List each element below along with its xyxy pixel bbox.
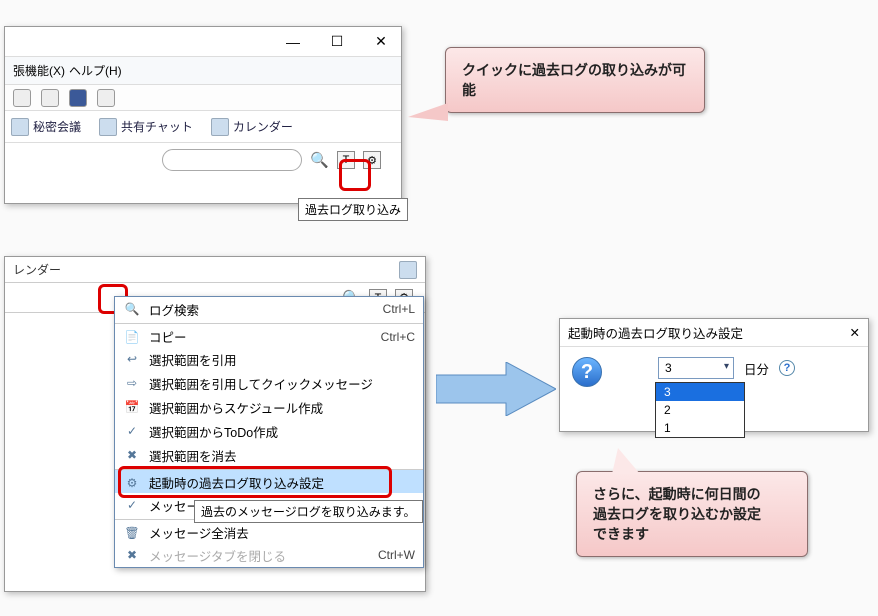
dropdown-option[interactable]: 3	[656, 383, 744, 401]
chat-icon	[99, 118, 117, 136]
ctx-item[interactable]: 📄 コピー Ctrl+C	[115, 323, 423, 347]
callout-quick-import: クイックに過去ログの取り込みが可能	[445, 47, 705, 113]
tab-strip: レンダー	[5, 257, 425, 283]
ctx-icon: ✓	[123, 496, 141, 514]
dialog-close-button[interactable]: ✕	[850, 325, 860, 340]
ctx-label: 選択範囲を引用	[149, 350, 415, 369]
days-dropdown-list[interactable]: 321	[655, 382, 745, 438]
tab-calendar[interactable]: カレンダー	[211, 118, 293, 136]
ctx-icon: 🗑	[123, 524, 141, 542]
tool-icon-2[interactable]	[41, 89, 59, 107]
dropdown-option[interactable]: 2	[656, 401, 744, 419]
question-icon: ?	[572, 357, 602, 387]
menu-help[interactable]: ヘルプ(H)	[69, 62, 122, 79]
minimize-button[interactable]: ―	[281, 30, 305, 54]
ctx-icon: ✓	[123, 422, 141, 440]
titlebar: ― ☐ ✕	[5, 27, 401, 57]
toolbar-icon[interactable]	[399, 261, 417, 279]
ctx-item[interactable]: ⇨ 選択範囲を引用してクイックメッセージ	[115, 371, 423, 395]
ctx-icon: 📄	[123, 328, 141, 346]
days-dropdown[interactable]: 3▾	[658, 357, 734, 379]
tool-icon-4[interactable]	[97, 89, 115, 107]
ctx-label: コピー	[149, 327, 373, 346]
calendar-icon	[211, 118, 229, 136]
ctx-label: メッセージ全消去	[149, 523, 415, 542]
ctx-icon: ↩	[123, 350, 141, 368]
dialog-titlebar: 起動時の過去ログ取り込み設定 ✕	[560, 319, 868, 347]
menu-bar: 張機能(X) ヘルプ(H)	[5, 57, 401, 85]
dropdown-option[interactable]: 1	[656, 419, 744, 437]
ctx-item[interactable]: ✖ メッセージタブを閉じる Ctrl+W	[115, 543, 423, 567]
ctx-icon: ✖	[123, 446, 141, 464]
ctx-item[interactable]: 📅 選択範囲からスケジュール作成	[115, 395, 423, 419]
menu-extensions[interactable]: 張機能(X)	[13, 62, 65, 79]
lock-icon	[11, 118, 29, 136]
tooltip-startup-import: 過去のメッセージログを取り込みます。	[194, 500, 423, 523]
search-input[interactable]	[162, 149, 302, 171]
tab-calendar-2[interactable]: レンダー	[13, 261, 61, 278]
ctx-item[interactable]: ✖ 選択範囲を消去	[115, 443, 423, 467]
callout-startup-setting: さらに、起動時に何日間の 過去ログを取り込むか設定 できます	[576, 471, 808, 557]
tab-secret-meeting[interactable]: 秘密会議	[11, 118, 81, 136]
help-icon[interactable]: ?	[779, 360, 795, 376]
arrow-icon	[436, 362, 556, 416]
ctx-icon: 🔍	[123, 300, 141, 318]
tool-icon-1[interactable]	[13, 89, 31, 107]
highlight-box-import	[339, 159, 371, 191]
maximize-button[interactable]: ☐	[325, 30, 349, 54]
ctx-label: 選択範囲を消去	[149, 446, 415, 465]
close-button[interactable]: ✕	[369, 30, 393, 54]
dialog-title: 起動時の過去ログ取り込み設定	[568, 323, 743, 342]
ctx-label: 選択範囲からToDo作成	[149, 422, 415, 441]
search-icon[interactable]: 🔍	[310, 151, 329, 169]
chevron-down-icon: ▾	[724, 361, 729, 372]
ctx-icon: 📅	[123, 398, 141, 416]
facebook-icon[interactable]	[69, 89, 87, 107]
ctx-shortcut: Ctrl+W	[378, 548, 415, 562]
toolbar: 秘密会議 共有チャット カレンダー	[5, 111, 401, 143]
ctx-label: メッセージタブを閉じる	[149, 546, 370, 565]
tab-shared-chat[interactable]: 共有チャット	[99, 118, 193, 136]
icon-bar	[5, 85, 401, 111]
ctx-item[interactable]: 🔍 ログ検索 Ctrl+L	[115, 297, 423, 321]
tooltip-import-log: 過去ログ取り込み	[298, 198, 408, 221]
days-suffix-label: 日分	[744, 359, 769, 378]
ctx-label: 選択範囲を引用してクイックメッセージ	[149, 374, 415, 393]
ctx-label: 選択範囲からスケジュール作成	[149, 398, 415, 417]
ctx-icon: ⇨	[123, 374, 141, 392]
ctx-label: ログ検索	[149, 300, 375, 319]
ctx-item[interactable]: ↩ 選択範囲を引用	[115, 347, 423, 371]
highlight-box-menuitem	[118, 466, 392, 498]
ctx-icon: ✖	[123, 546, 141, 564]
ctx-shortcut: Ctrl+L	[383, 302, 415, 316]
context-menu: 🔍 ログ検索 Ctrl+L 📄 コピー Ctrl+C ↩ 選択範囲を引用 ⇨ 選択範囲を引用してク…	[114, 296, 424, 568]
ctx-item[interactable]: ✓ 選択範囲からToDo作成	[115, 419, 423, 443]
ctx-shortcut: Ctrl+C	[381, 330, 415, 344]
